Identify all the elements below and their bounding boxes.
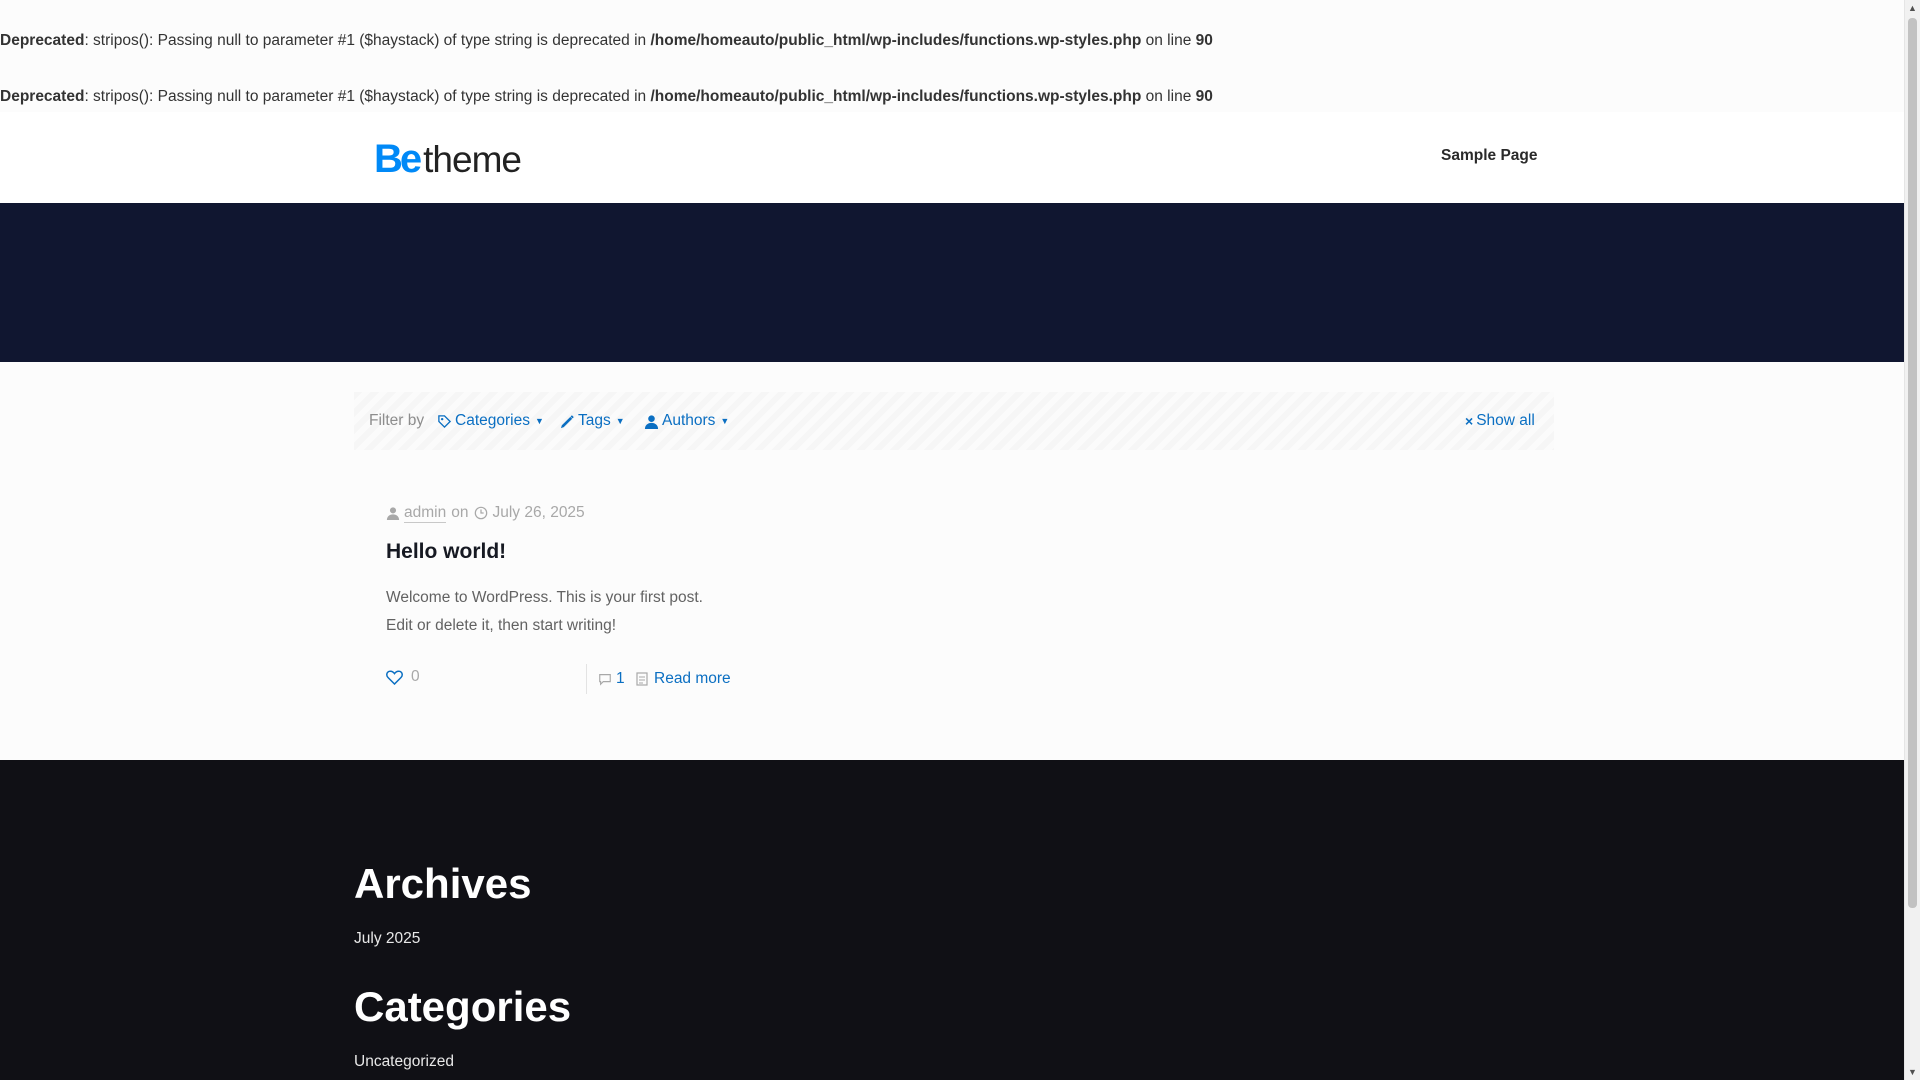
deprecated-notice: Deprecated: stripos(): Passing null to p… <box>0 88 1213 105</box>
heart-icon <box>386 669 403 685</box>
comments-count: 1 <box>616 670 625 687</box>
post-excerpt: Welcome to WordPress. This is your first… <box>386 584 986 640</box>
comment-icon <box>599 674 611 686</box>
user-icon <box>386 507 400 520</box>
close-icon: × <box>1465 413 1474 429</box>
like-button[interactable]: 0 <box>386 668 420 686</box>
filter-categories-label: Categories <box>455 412 530 429</box>
scroll-down-arrow-icon[interactable]: ▼ <box>1905 1064 1920 1080</box>
logo-theme-text: theme <box>423 139 522 180</box>
post-item: admin on July 26, 2025 Hello world! Welc… <box>386 502 986 694</box>
archives-widget-title: Archives <box>354 860 532 907</box>
post-author-link[interactable]: admin <box>404 504 447 523</box>
pencil-tag-icon <box>560 414 574 428</box>
site-footer: Archives July 2025 Categories Uncategori… <box>0 760 1904 1080</box>
archive-link[interactable]: July 2025 <box>354 930 420 948</box>
filter-bar: Filter by Categories ▼ Tags ▼ Authors ▼ … <box>354 392 1554 450</box>
caret-down-icon: ▼ <box>720 416 730 426</box>
filter-authors-dropdown[interactable]: Authors ▼ <box>644 412 729 430</box>
filter-label: Filter by <box>369 412 425 429</box>
filter-categories-dropdown[interactable]: Categories ▼ <box>437 412 544 430</box>
post-excerpt-line: Edit or delete it, then start writing! <box>386 617 617 634</box>
filter-tags-label: Tags <box>578 412 611 429</box>
category-link[interactable]: Uncategorized <box>354 1053 454 1071</box>
post-footer-divider <box>586 664 587 694</box>
subheader-banner <box>0 203 1904 362</box>
tag-icon <box>438 414 452 428</box>
filter-tags-dropdown[interactable]: Tags ▼ <box>560 412 625 430</box>
caret-down-icon: ▼ <box>534 416 544 426</box>
comments-link[interactable]: 1 <box>598 670 625 688</box>
post-title[interactable]: Hello world! <box>386 540 506 564</box>
deprecated-notice: Deprecated: stripos(): Passing null to p… <box>0 32 1213 49</box>
site-header: Be theme Sample Page <box>0 112 1904 203</box>
post-meta: admin on July 26, 2025 <box>386 502 986 524</box>
like-count: 0 <box>411 668 420 685</box>
categories-widget-title: Categories <box>354 983 572 1030</box>
nav-link-sample-page[interactable]: Sample Page <box>1441 147 1538 165</box>
show-all-label: Show all <box>1476 412 1535 429</box>
user-icon <box>644 414 659 429</box>
logo-be-text: Be <box>374 137 422 181</box>
caret-down-icon: ▼ <box>615 416 625 426</box>
page-scrollbar[interactable]: ▲ ▼ <box>1904 0 1920 1080</box>
post-footer: 0 1 Read more <box>386 664 886 694</box>
scroll-up-arrow-icon[interactable]: ▲ <box>1905 0 1920 16</box>
clock-icon <box>475 506 488 520</box>
post-date: July 26, 2025 <box>492 504 585 521</box>
site-logo[interactable]: Be theme <box>374 137 522 181</box>
scrollbar-thumb[interactable] <box>1908 18 1917 908</box>
read-more-label: Read more <box>654 670 731 687</box>
filter-show-all-link[interactable]: × Show all <box>1465 412 1535 430</box>
read-more-link[interactable]: Read more <box>636 670 731 688</box>
post-meta-on: on <box>451 504 469 521</box>
post-excerpt-line: Welcome to WordPress. This is your first… <box>386 589 703 606</box>
filter-authors-label: Authors <box>662 412 716 429</box>
document-icon <box>636 672 648 686</box>
